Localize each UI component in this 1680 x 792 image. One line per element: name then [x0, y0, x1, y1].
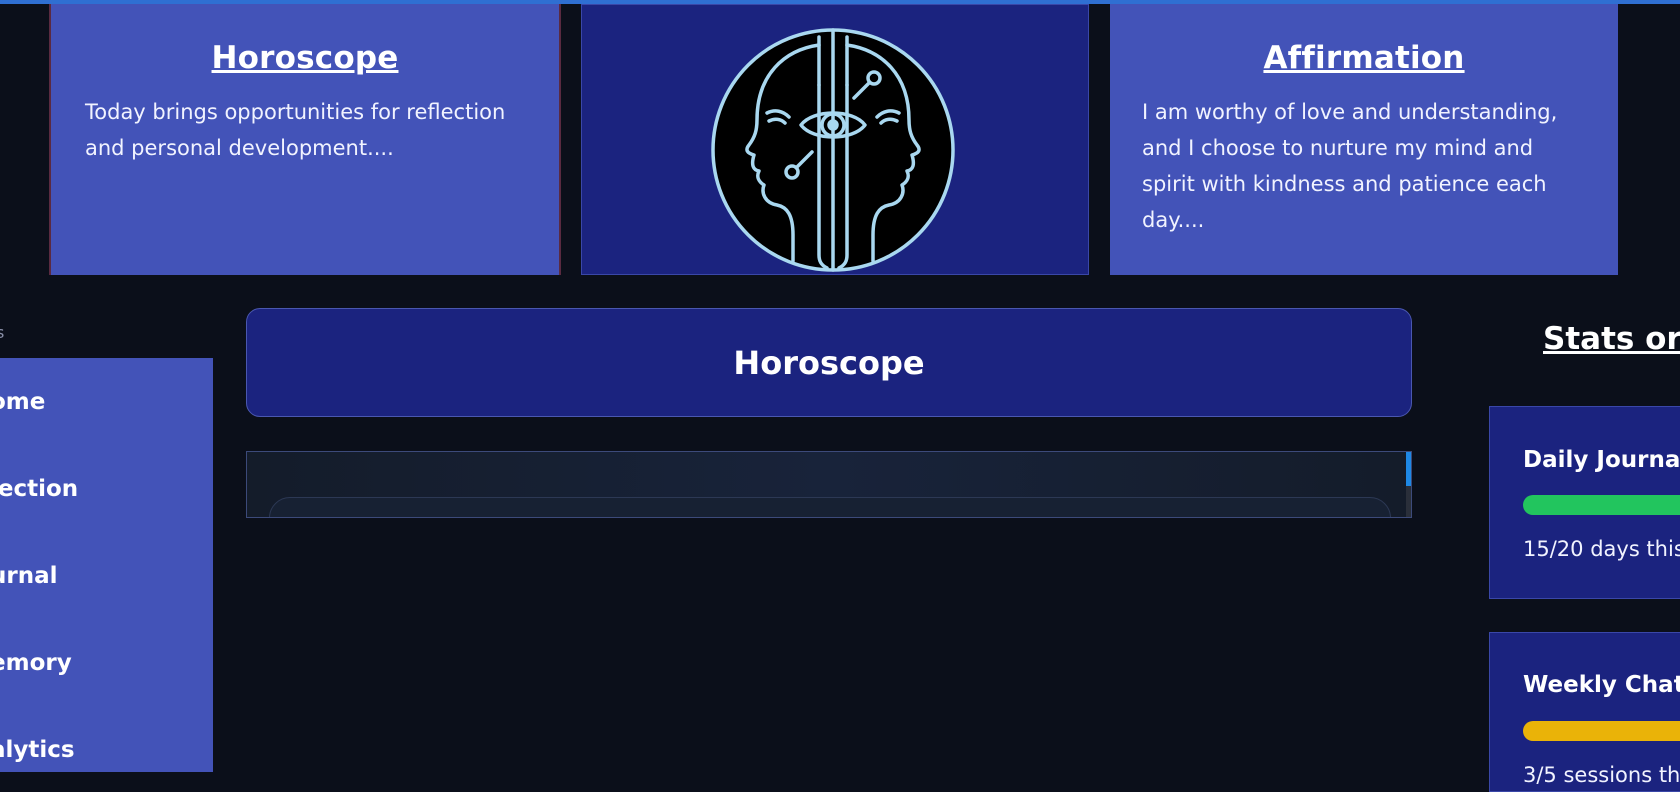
stat-card-weekly-chat: Weekly Chat C 3/5 sessions this: [1489, 632, 1680, 792]
affirmation-card-text: I am worthy of love and understanding, a…: [1142, 100, 1558, 232]
horoscope-card[interactable]: Horoscope Today brings opportunities for…: [49, 4, 561, 275]
horoscope-card-text: Today brings opportunities for reflectio…: [85, 100, 506, 160]
page-title: Horoscope: [733, 343, 925, 382]
scrollbar-thumb[interactable]: [1406, 452, 1411, 486]
progress-bar: [1523, 721, 1680, 741]
affirmation-card-title[interactable]: Affirmation: [1110, 40, 1618, 76]
horoscope-content-panel[interactable]: [246, 451, 1412, 518]
stat-card-caption: 3/5 sessions this: [1523, 763, 1680, 787]
sidebar-item-home[interactable]: ome: [0, 389, 45, 415]
sidebar-item-memory[interactable]: emory: [0, 650, 72, 676]
stat-card-daily-journaling: Daily Journali 15/20 days this r: [1489, 406, 1680, 599]
stat-card-title: Daily Journali: [1523, 447, 1680, 473]
horoscope-card-title[interactable]: Horoscope: [51, 40, 559, 76]
sidebar-nav: ome lection urnal emory alytics: [0, 358, 213, 772]
sidebar-item-reflection[interactable]: lection: [0, 476, 78, 502]
affirmation-card[interactable]: Affirmation I am worthy of love and unde…: [1110, 4, 1618, 275]
page-header: Horoscope: [246, 308, 1412, 417]
progress-bar: [1523, 495, 1680, 515]
sidebar-item-journal[interactable]: urnal: [0, 563, 58, 589]
horoscope-content-card: [269, 497, 1391, 517]
stat-card-title: Weekly Chat C: [1523, 672, 1680, 698]
stat-card-caption: 15/20 days this r: [1523, 537, 1680, 561]
sidebar-item-analytics[interactable]: alytics: [0, 737, 75, 763]
stats-title: Stats or g: [1543, 321, 1680, 357]
content-scrollbar[interactable]: [1406, 452, 1411, 517]
sidebar-caption: s: [0, 323, 5, 342]
hero-image-card: [581, 4, 1089, 275]
twin-faces-third-eye-icon: [711, 28, 955, 272]
